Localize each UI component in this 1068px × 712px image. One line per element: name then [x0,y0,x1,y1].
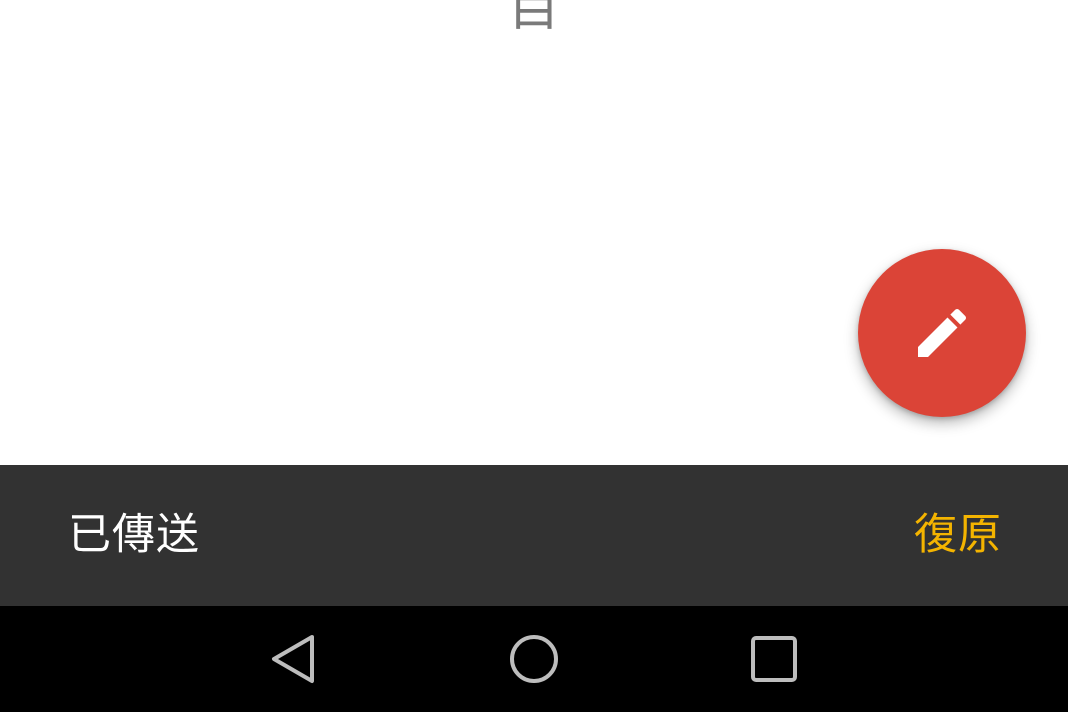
android-screen: 目 已傳送 復原 [0,0,1068,712]
home-circle-icon [510,635,558,683]
system-navigation-bar [0,606,1068,712]
undo-button[interactable]: 復原 [914,465,1002,606]
pencil-icon [918,308,967,357]
snackbar-message: 已傳送 [68,510,200,560]
back-button[interactable] [266,631,322,687]
recents-button[interactable] [746,631,802,687]
main-content: 目 [0,0,1068,465]
snackbar: 已傳送 復原 [0,465,1068,606]
compose-fab-button[interactable] [858,249,1026,417]
back-triangle-icon [272,635,314,683]
home-button[interactable] [506,631,562,687]
recents-square-icon [751,636,797,682]
partial-text: 目 [507,0,560,38]
